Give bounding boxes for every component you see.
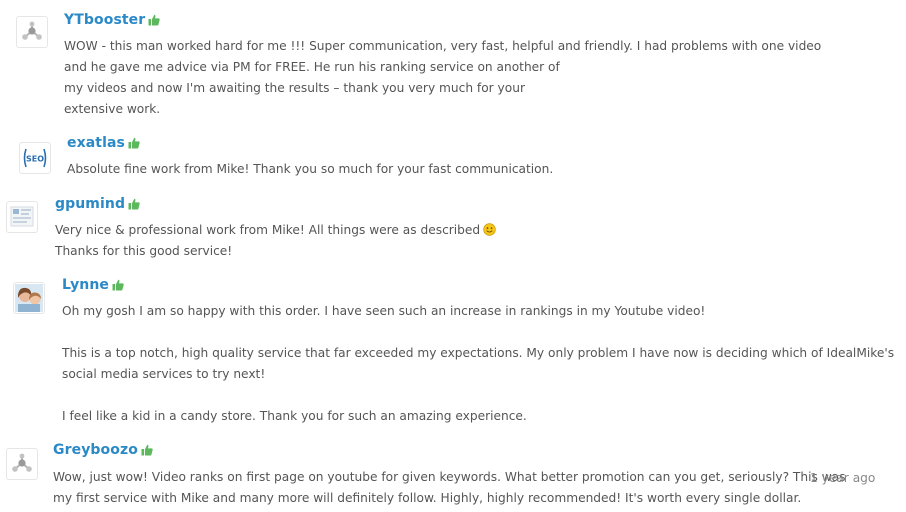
reviewer-name[interactable]: YTbooster: [64, 12, 145, 28]
review-header: YTbooster: [64, 12, 160, 28]
reviewer-name[interactable]: Lynne: [62, 277, 109, 293]
review-text: Very nice & professional work from Mike!…: [55, 220, 496, 262]
thumbs-up-icon: [128, 198, 140, 210]
review-text: WOW - this man worked hard for me !!! Su…: [64, 36, 821, 120]
user-avatar[interactable]: [16, 16, 48, 48]
review-line: Very nice & professional work from Mike!…: [55, 220, 496, 241]
thumbs-up-icon: [112, 279, 124, 291]
review-line: Wow, just wow! Video ranks on first page…: [53, 470, 846, 484]
review-header: gpumind: [55, 196, 140, 212]
review-line: This is a top notch, high quality servic…: [62, 346, 895, 360]
review-timestamp: 1 year ago: [810, 471, 876, 485]
gear-network-icon: [22, 21, 42, 40]
reviewer-name[interactable]: Greyboozo: [53, 442, 138, 458]
review-line: social media services to try next!: [62, 367, 266, 381]
review-text: Oh my gosh I am so happy with this order…: [62, 301, 894, 427]
review-text: Absolute fine work from Mike! Thank you …: [67, 159, 553, 180]
review-header: Lynne: [62, 277, 124, 293]
thumbs-up-icon: [128, 137, 140, 149]
reviewer-name[interactable]: exatlas: [67, 135, 125, 151]
thumbs-up-icon: [148, 14, 160, 26]
thumbs-up-icon: [141, 444, 153, 456]
review-line: my first service with Mike and many more…: [53, 491, 802, 505]
seo-logo: SEO: [23, 148, 47, 168]
review-line: Thanks for this good service!: [55, 244, 233, 258]
screenshot-thumbnail-icon: [10, 206, 34, 227]
review-line: my videos and now I'm awaiting the resul…: [64, 81, 525, 95]
smiley-icon: [483, 223, 496, 236]
review-line: extensive work.: [64, 102, 161, 116]
review-line: and he gave me advice via PM for FREE. H…: [64, 60, 560, 74]
review-line: WOW - this man worked hard for me !!! Su…: [64, 39, 822, 53]
gear-network-icon: [12, 453, 32, 472]
review-line: Absolute fine work from Mike! Thank you …: [67, 162, 554, 176]
review-line: I feel like a kid in a candy store. Than…: [62, 409, 527, 423]
user-avatar[interactable]: [13, 282, 45, 314]
user-avatar[interactable]: [6, 201, 38, 233]
review-header: Greyboozo: [53, 442, 153, 458]
review-header: exatlas: [67, 135, 140, 151]
svg-text:SEO: SEO: [26, 155, 44, 164]
user-avatar[interactable]: [6, 448, 38, 480]
review-line: Oh my gosh I am so happy with this order…: [62, 304, 706, 318]
review-line-text: Very nice & professional work from Mike!…: [55, 223, 481, 237]
reviewer-name[interactable]: gpumind: [55, 196, 125, 212]
user-photo: [15, 284, 43, 312]
user-avatar[interactable]: SEO: [19, 142, 51, 174]
review-text: Wow, just wow! Video ranks on first page…: [53, 467, 845, 509]
